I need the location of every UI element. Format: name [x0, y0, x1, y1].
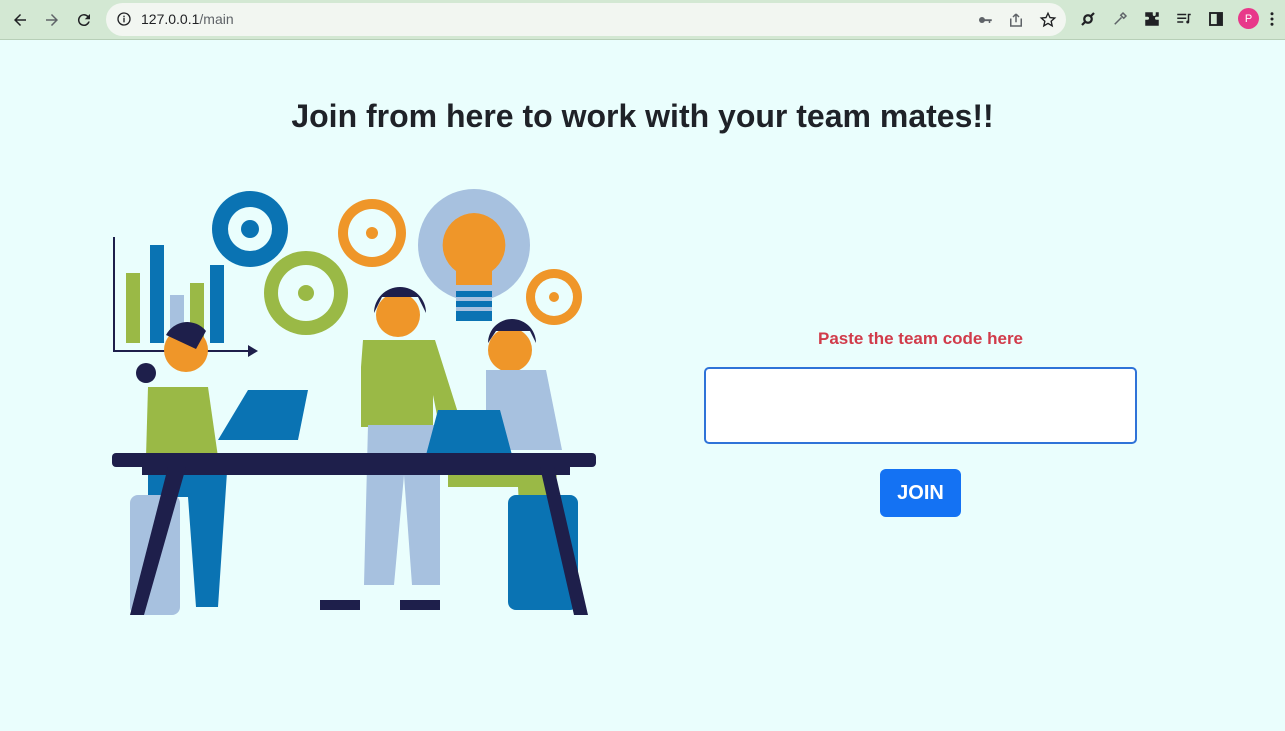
green-gear-graphic: [264, 251, 348, 335]
eyedropper-button[interactable]: [1110, 9, 1130, 29]
back-icon: [14, 14, 26, 26]
address-bar[interactable]: 127.0.0.1/main: [106, 3, 1066, 36]
extension-icon: [1081, 12, 1095, 26]
site-info-icon[interactable]: [116, 11, 132, 27]
team-code-label: Paste the team code here: [817, 329, 1024, 348]
back-button[interactable]: [6, 6, 34, 34]
sidebar-icon: [1209, 12, 1223, 26]
extensions-menu-button[interactable]: [1142, 9, 1162, 29]
browser-toolbar: 127.0.0.1/main P: [0, 0, 1285, 40]
media-button[interactable]: [1174, 9, 1194, 29]
lightbulb-graphic: [418, 189, 530, 321]
profile-avatar[interactable]: P: [1238, 8, 1259, 29]
blue-gear-graphic: [212, 191, 288, 267]
forward-button[interactable]: [38, 6, 66, 34]
teamwork-illustration: [112, 189, 596, 615]
team-code-input[interactable]: [704, 367, 1137, 444]
url-text: 127.0.0.1/main: [141, 11, 234, 27]
orange-gear-graphic: [338, 199, 406, 267]
small-orange-gear-graphic: [526, 269, 582, 325]
share-icon[interactable]: [1007, 11, 1025, 29]
side-panel-button[interactable]: [1206, 9, 1226, 29]
reload-icon: [77, 14, 90, 27]
laptop-left-graphic: [218, 390, 308, 440]
media-icon: [1177, 13, 1191, 24]
join-button[interactable]: JOIN: [880, 469, 961, 517]
forward-icon: [46, 14, 58, 26]
browser-menu-button[interactable]: [1262, 9, 1282, 29]
laptop-right-graphic: [426, 410, 512, 455]
puzzle-icon: [1145, 12, 1159, 26]
reload-button[interactable]: [70, 6, 98, 34]
menu-icon: [1270, 12, 1274, 26]
extension-button[interactable]: [1078, 9, 1098, 29]
star-icon[interactable]: [1039, 11, 1057, 29]
key-icon[interactable]: [976, 11, 994, 29]
page-title: Join from here to work with your team ma…: [291, 98, 994, 134]
eyedropper-icon: [1114, 11, 1128, 25]
